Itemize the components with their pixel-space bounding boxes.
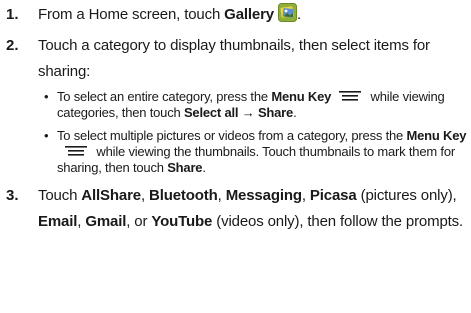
instruction-steps: 1. From a Home screen, touch Gallery . 2… (0, 0, 471, 235)
option-label: Picasa (309, 187, 357, 204)
step-text-part: (videos only), then follow the prompts. (212, 213, 464, 230)
option-label: AllShare (81, 187, 141, 204)
step-text: Touch a category to display thumbnails, … (38, 37, 430, 80)
option-label: Email (38, 213, 78, 230)
menu-key-label: Menu Key (406, 128, 467, 143)
step-3: 3. Touch AllShare, Bluetooth, Messaging,… (0, 183, 471, 235)
step-2: 2. Touch a category to display thumbnail… (0, 33, 471, 176)
step-text: From a Home screen, touch Gallery . (38, 2, 471, 28)
step-text-part: , (301, 187, 310, 204)
step-text-part: , (140, 187, 150, 204)
bullet-select-multiple: • To select multiple pictures or videos f… (38, 128, 471, 176)
step-2-bullets: • To select an entire category, press the… (38, 89, 471, 176)
menu-key-label: Menu Key (271, 89, 332, 104)
bullet-text: . (293, 105, 297, 120)
bullet-text: To select multiple pictures or videos fr… (57, 128, 407, 143)
menu-key-icon (65, 146, 87, 156)
bullet-glyph: • (44, 128, 49, 143)
step-1-text-after: . (297, 6, 302, 23)
step-text-part: , (217, 187, 226, 204)
arrow-glyph: → (238, 105, 258, 120)
bullet-glyph: • (44, 89, 49, 104)
menu-key-icon (339, 91, 362, 101)
step-text: Touch AllShare, Bluetooth, Messaging, Pi… (38, 183, 471, 235)
step-text-part: (pictures only), (356, 187, 457, 204)
select-all-label: Select all (183, 105, 239, 120)
bullet-select-category: • To select an entire category, press the… (38, 89, 471, 121)
bullet-text: . (202, 160, 206, 175)
step-number: 1. (6, 6, 19, 23)
option-label: Bluetooth (149, 187, 218, 204)
bullet-text: while viewing the thumbnails. Touch thum… (57, 144, 455, 175)
step-number: 2. (6, 37, 19, 54)
option-label: YouTube (151, 213, 213, 230)
step-number: 3. (6, 187, 19, 204)
share-label: Share (167, 160, 203, 175)
step-1: 1. From a Home screen, touch Gallery . (0, 2, 471, 28)
step-text-part: , or (126, 213, 152, 230)
step-1-text-before: From a Home screen, touch (38, 6, 225, 23)
gallery-label: Gallery (224, 6, 274, 23)
option-label: Messaging (225, 187, 302, 204)
option-label: Gmail (85, 213, 127, 230)
step-text-part: Touch (38, 187, 82, 204)
gallery-app-icon (278, 3, 297, 22)
share-label: Share (257, 105, 294, 120)
bullet-text: To select an entire category, press the (57, 89, 272, 104)
